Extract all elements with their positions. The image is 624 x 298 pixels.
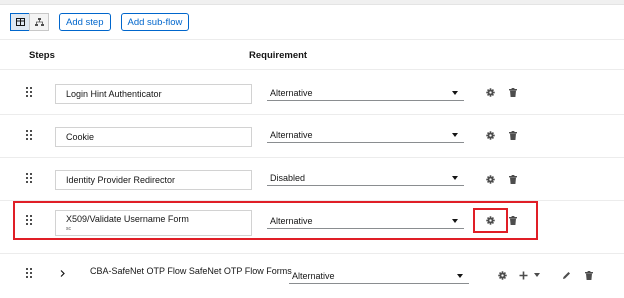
requirement-select-value: Disabled xyxy=(270,172,306,183)
table-view-button[interactable] xyxy=(10,13,30,31)
drag-handle-icon[interactable] xyxy=(26,87,34,97)
row-divider xyxy=(0,69,624,70)
settings-gear-button[interactable] xyxy=(497,270,507,280)
caret-down-icon xyxy=(534,273,540,277)
pencil-icon xyxy=(562,271,570,279)
drag-handle-icon[interactable] xyxy=(26,268,34,278)
requirement-column-header: Requirement xyxy=(249,50,308,61)
add-subflow-button[interactable]: Add sub-flow xyxy=(120,13,190,31)
step-name-field[interactable]: Identity Provider Redirector xyxy=(55,170,252,190)
settings-gear-button[interactable] xyxy=(485,87,495,97)
requirement-select-value: Alternative xyxy=(292,270,335,281)
step-name-field[interactable]: Login Hint Authenticator xyxy=(55,84,252,104)
requirement-select[interactable]: Alternative xyxy=(289,268,469,284)
caret-down-icon xyxy=(457,274,463,278)
gear-icon xyxy=(485,87,495,97)
requirement-select[interactable]: Disabled xyxy=(267,170,464,186)
steps-column-header: Steps xyxy=(29,50,55,61)
requirement-select-value: Alternative xyxy=(270,129,313,140)
top-divider xyxy=(0,0,624,5)
chevron-right-icon xyxy=(60,269,65,277)
expand-toggle[interactable] xyxy=(58,268,66,278)
drag-handle-icon[interactable] xyxy=(26,130,34,140)
settings-gear-button[interactable] xyxy=(485,130,495,140)
delete-button[interactable] xyxy=(508,174,518,184)
delete-button[interactable] xyxy=(584,270,594,280)
trash-icon xyxy=(509,87,517,97)
requirement-select[interactable]: Alternative xyxy=(267,127,464,143)
row-divider xyxy=(0,253,624,254)
drag-handle-icon[interactable] xyxy=(26,173,34,183)
caret-down-icon xyxy=(452,176,458,180)
caret-down-icon xyxy=(452,133,458,137)
gear-icon xyxy=(497,270,507,280)
diagram-view-icon xyxy=(34,18,44,26)
row-divider xyxy=(0,114,624,115)
edit-button[interactable] xyxy=(561,270,571,280)
highlight-annotation-row xyxy=(13,201,538,240)
trash-icon xyxy=(509,130,517,140)
row-divider xyxy=(0,157,624,158)
header-divider xyxy=(0,39,624,40)
delete-button[interactable] xyxy=(508,87,518,97)
requirement-select[interactable]: Alternative xyxy=(267,85,464,101)
add-menu-toggle[interactable] xyxy=(534,272,540,278)
add-menu-button[interactable] xyxy=(518,270,528,280)
delete-button[interactable] xyxy=(508,130,518,140)
requirement-select-value: Alternative xyxy=(270,87,313,98)
trash-icon xyxy=(509,174,517,184)
diagram-view-button[interactable] xyxy=(29,13,49,31)
gear-icon xyxy=(485,174,495,184)
view-toggle xyxy=(10,13,49,31)
highlight-annotation-gear xyxy=(473,208,508,233)
toolbar: Add step Add sub-flow xyxy=(10,13,190,31)
add-step-button[interactable]: Add step xyxy=(59,13,111,31)
step-name-field[interactable]: Cookie xyxy=(55,127,252,147)
settings-gear-button[interactable] xyxy=(485,174,495,184)
table-view-icon xyxy=(15,18,25,26)
caret-down-icon xyxy=(452,91,458,95)
trash-icon xyxy=(585,270,593,280)
gear-icon xyxy=(485,130,495,140)
subflow-name: CBA-SafeNet OTP Flow SafeNet OTP Flow Fo… xyxy=(90,266,292,276)
plus-icon xyxy=(519,271,527,279)
